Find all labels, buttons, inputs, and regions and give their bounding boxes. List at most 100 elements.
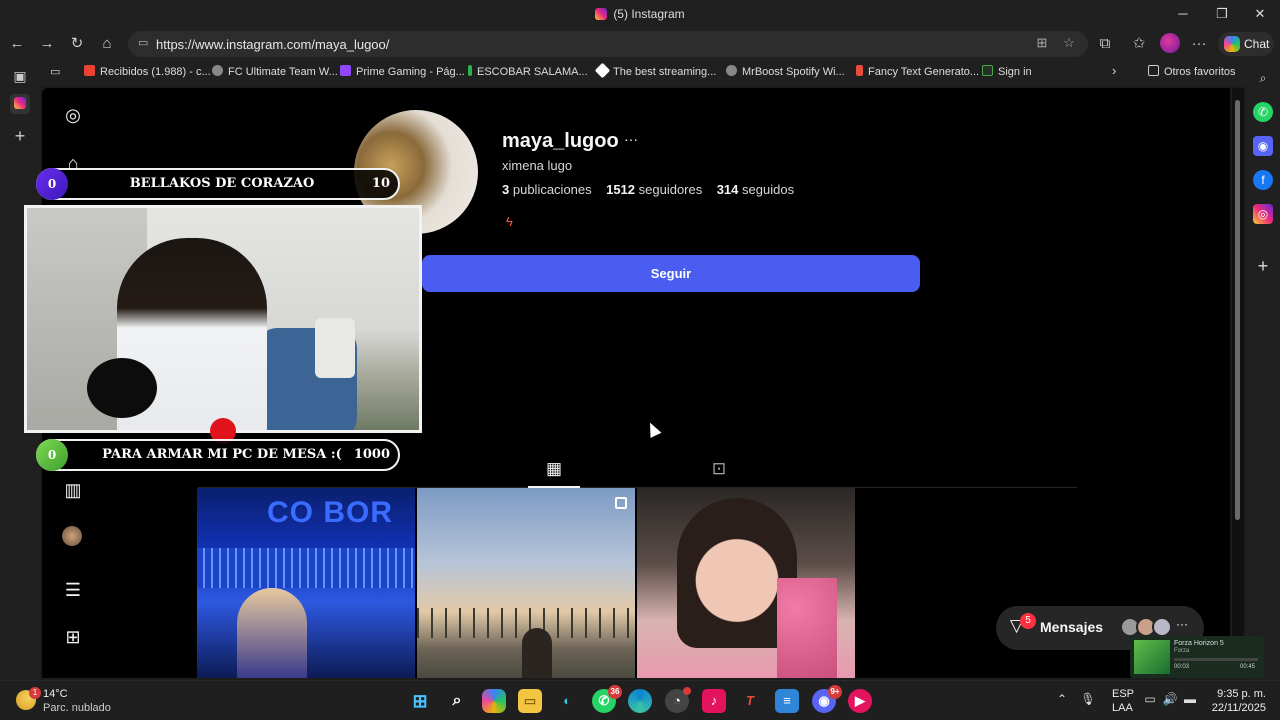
post-background-stripes bbox=[197, 548, 415, 588]
address-text[interactable]: https://www.instagram.com/maya_lugoo/ bbox=[156, 37, 389, 52]
bookmark-5[interactable]: MrBoost Spotify Wi... bbox=[726, 65, 845, 78]
profile-username: maya_lugoo bbox=[502, 130, 619, 152]
copilot-chat-button[interactable]: Chat bbox=[1218, 32, 1274, 56]
scrollbar-thumb[interactable] bbox=[1235, 100, 1240, 520]
add-sidebar-app-icon[interactable]: + bbox=[1253, 256, 1273, 276]
search-icon[interactable]: ⌕ bbox=[445, 689, 469, 713]
instagram-logo-icon[interactable]: ◎ bbox=[62, 104, 84, 126]
menu-icon[interactable]: ☰ bbox=[62, 579, 84, 601]
prime-gaming-icon bbox=[340, 65, 351, 76]
tiktok-icon[interactable]: ♪ bbox=[702, 689, 726, 713]
refresh-icon[interactable]: ↻ bbox=[66, 34, 88, 54]
game-media-widget[interactable]: Forza Horizon 5 Forza 00:03 00:45 bbox=[1130, 636, 1264, 678]
address-bar[interactable]: ▭ https://www.instagram.com/maya_lugoo/ … bbox=[128, 31, 1088, 57]
discord-icon[interactable]: ◉ bbox=[1253, 136, 1273, 156]
profile-avatar[interactable] bbox=[1160, 33, 1180, 53]
webcam-heater bbox=[315, 318, 355, 378]
discord-icon[interactable]: ◉ 9+ bbox=[812, 685, 842, 713]
steam-icon[interactable]: ◔ bbox=[665, 687, 691, 713]
clock-date[interactable]: 22/11/2025 bbox=[1196, 702, 1266, 714]
bookmark-7[interactable]: Sign in bbox=[982, 65, 1032, 78]
posts-count: 3 bbox=[502, 182, 510, 197]
weather-description[interactable]: Parc. nublado bbox=[43, 702, 111, 714]
post-thumbnail[interactable]: CO BOR bbox=[197, 488, 415, 678]
extensions-icon[interactable]: ⧉ bbox=[1094, 34, 1116, 54]
minimize-button[interactable]: ─ bbox=[1168, 4, 1198, 24]
more-menu-icon[interactable]: ··· bbox=[1188, 34, 1210, 54]
edge-icon[interactable] bbox=[628, 689, 652, 713]
copilot-icon[interactable] bbox=[482, 689, 506, 713]
post-flowers bbox=[777, 578, 837, 678]
follow-button[interactable]: Seguir bbox=[422, 255, 920, 292]
close-button[interactable]: ✕ bbox=[1245, 4, 1275, 24]
post-thumbnail[interactable] bbox=[417, 488, 635, 678]
bookmark-4[interactable]: The best streaming... bbox=[594, 62, 716, 79]
other-favorites[interactable]: Otros favoritos bbox=[1148, 65, 1236, 78]
search-icon[interactable]: ⌕ bbox=[1253, 68, 1273, 88]
forward-icon[interactable]: → bbox=[36, 34, 58, 54]
bookmark-0[interactable]: Recibidos (1.988) - c... bbox=[84, 65, 211, 78]
text-app-icon[interactable]: T bbox=[738, 689, 762, 713]
instagram-tab-icon[interactable] bbox=[10, 94, 30, 114]
other-favorites-label: Otros favoritos bbox=[1164, 66, 1236, 78]
microphone-icon[interactable]: 🎙 bbox=[1080, 691, 1096, 707]
facebook-icon[interactable]: f bbox=[1253, 170, 1273, 190]
language-indicator[interactable]: ESP bbox=[1112, 688, 1134, 700]
message-avatar bbox=[1152, 617, 1172, 637]
media-player-icon[interactable]: ▶ bbox=[848, 689, 872, 713]
clock-time[interactable]: 9:35 p. m. bbox=[1206, 688, 1266, 700]
whatsapp-icon[interactable]: ✆ 36 bbox=[592, 685, 622, 713]
goal-current: 0 bbox=[36, 168, 68, 200]
favorite-star-icon[interactable]: ☆ bbox=[1060, 35, 1078, 53]
app-install-icon[interactable]: ⊞ bbox=[1033, 35, 1051, 53]
start-icon[interactable]: ⊞ bbox=[408, 689, 432, 713]
maximize-button[interactable]: ❐ bbox=[1207, 4, 1237, 24]
profile-nav-avatar[interactable] bbox=[62, 526, 82, 546]
weather-badge: 1 bbox=[29, 687, 41, 699]
following-count[interactable]: 314 bbox=[717, 182, 739, 197]
tray-overflow-icon[interactable]: ⌃ bbox=[1054, 691, 1070, 707]
post-thumbnail[interactable] bbox=[637, 488, 855, 678]
instagram-icon[interactable]: ◎ bbox=[1253, 204, 1273, 224]
game-art bbox=[1134, 640, 1170, 674]
tagged-tab-icon[interactable]: ⊡ bbox=[708, 458, 730, 480]
globe-icon bbox=[726, 65, 737, 76]
following-label[interactable]: seguidos bbox=[742, 182, 794, 197]
app-icon[interactable]: ◐ bbox=[555, 689, 579, 713]
file-explorer-icon[interactable]: ▭ bbox=[518, 689, 542, 713]
bookmark-1[interactable]: FC Ultimate Team W... bbox=[212, 65, 338, 78]
taskbar: 1 14°C Parc. nublado ⊞ ⌕ ▭ ◐ ✆ 36 ◔ ♪ T ≡… bbox=[0, 680, 1280, 720]
bookmark-2[interactable]: Prime Gaming - Pág... bbox=[340, 65, 465, 78]
home-icon[interactable]: ⌂ bbox=[96, 34, 118, 54]
collections-icon[interactable]: ▭ bbox=[50, 65, 60, 78]
also-from-meta-icon[interactable]: ⊞ bbox=[62, 626, 84, 648]
window-titlebar: (5) Instagram ─ ❐ ✕ bbox=[0, 0, 1280, 28]
posts-grid-tab-icon[interactable]: ▦ bbox=[543, 458, 565, 480]
page-icon bbox=[468, 65, 472, 76]
game-duration: 00:45 bbox=[1240, 664, 1256, 670]
game-progress-bar[interactable] bbox=[1174, 658, 1258, 661]
profile-options-button[interactable]: ··· bbox=[624, 131, 638, 147]
bookmark-label: ESCOBAR SALAMA... bbox=[477, 66, 588, 78]
favorites-icon[interactable]: ✩ bbox=[1128, 34, 1150, 54]
followers-label[interactable]: seguidores bbox=[639, 182, 703, 197]
goal-target: 10 bbox=[371, 176, 390, 191]
new-tab-icon[interactable]: + bbox=[10, 126, 30, 146]
game-subtitle: Forza bbox=[1174, 648, 1190, 654]
notepad-icon[interactable]: ≡ bbox=[775, 689, 799, 713]
network-icon[interactable]: ▭ bbox=[1142, 691, 1158, 707]
volume-icon[interactable]: 🔊 bbox=[1162, 691, 1178, 707]
chevron-right-icon[interactable]: › bbox=[1112, 63, 1116, 78]
back-icon[interactable]: ← bbox=[6, 34, 28, 54]
site-info-icon[interactable]: ▭ bbox=[138, 36, 150, 50]
whatsapp-icon[interactable]: ✆ bbox=[1253, 102, 1273, 122]
bookmark-3[interactable]: ESCOBAR SALAMA... bbox=[468, 65, 588, 78]
bookmark-6[interactable]: Fancy Text Generato... bbox=[856, 65, 979, 78]
followers-count[interactable]: 1512 bbox=[606, 182, 635, 197]
keyboard-layout-indicator[interactable]: LAA bbox=[1112, 702, 1133, 714]
window-title-text: (5) Instagram bbox=[613, 7, 685, 21]
page-scrollbar[interactable] bbox=[1232, 88, 1244, 678]
weather-temperature[interactable]: 14°C bbox=[43, 688, 68, 700]
tab-actions-icon[interactable]: ▣ bbox=[10, 66, 30, 86]
insights-icon[interactable]: ▥ bbox=[62, 479, 84, 501]
